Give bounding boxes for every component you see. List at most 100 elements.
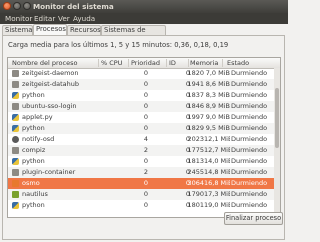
python-icon: [12, 202, 19, 209]
end-process-button[interactable]: Finalizar proceso: [224, 212, 283, 225]
python-icon: [12, 92, 19, 99]
process-id: 1846: [187, 102, 204, 110]
process-cpu: 0: [143, 113, 148, 121]
process-name: ubuntu-sso-login: [22, 102, 77, 110]
col-prioridad[interactable]: Prioridad: [131, 59, 160, 67]
menu-ver[interactable]: Ver: [58, 14, 70, 23]
scrollbar-thumb[interactable]: [275, 88, 279, 148]
table-row[interactable]: zeitgeist-datahub 0 0 1941 8,6 MiB Durmiendo: [8, 79, 280, 90]
process-memory: 8,9 MiB: [205, 102, 230, 110]
process-name: zeitgeist-daemon: [22, 69, 79, 77]
process-cpu: 0: [143, 157, 148, 165]
process-memory: 7,0 MiB: [205, 69, 230, 77]
process-memory: 8,3 MiB: [205, 91, 230, 99]
process-memory: 19,0 MiB: [204, 201, 230, 209]
python-icon: [12, 158, 19, 165]
tab-procesos[interactable]: Procesos: [33, 24, 67, 35]
process-cpu: 0: [143, 102, 148, 110]
table-row[interactable]: nautilus 0 0 1790 17,3 MiB Durmiendo: [8, 189, 280, 200]
process-id: 1790: [187, 190, 204, 198]
process-cpu: 0: [143, 179, 148, 187]
menu-editar[interactable]: Editar: [34, 14, 55, 23]
tab-sistemas-de-archivos[interactable]: Sistemas de archivos: [101, 25, 166, 43]
table-row[interactable]: python 0 0 1837 8,3 MiB Durmiendo: [8, 90, 280, 101]
process-id: 1837: [187, 91, 204, 99]
process-table: Nombre del proceso % CPU Prioridad ID Me…: [7, 57, 281, 218]
gear-icon: [12, 70, 19, 77]
process-memory: 8,6 MiB: [205, 80, 230, 88]
close-icon[interactable]: [3, 2, 11, 10]
col-nombre[interactable]: Nombre del proceso: [12, 59, 77, 67]
load-average-text: Carga media para los últimos 1, 5 y 15 m…: [8, 41, 229, 49]
process-id: 1775: [187, 146, 204, 154]
table-row[interactable]: applet.py 0 0 1997 9,0 MiB Durmiendo: [8, 112, 280, 123]
process-memory: 12,1 MiB: [204, 135, 230, 143]
process-name: compiz: [22, 146, 46, 154]
process-name: zeitgeist-datahub: [22, 80, 79, 88]
process-name: python: [22, 201, 45, 209]
process-memory: 17,3 MiB: [204, 190, 230, 198]
process-name: plugin-container: [22, 168, 76, 176]
tab-bar: Sistema Procesos Recursos Sistemas de ar…: [2, 24, 286, 43]
process-id: 2023: [187, 135, 204, 143]
tab-sistema[interactable]: Sistema: [2, 25, 33, 35]
system-monitor-window: Monitor del sistema Monitor Editar Ver A…: [0, 0, 288, 242]
process-id: 1813: [187, 157, 204, 165]
processes-panel: Carga media para los últimos 1, 5 y 15 m…: [2, 35, 285, 240]
process-cpu: 0: [143, 124, 148, 132]
window-title: Monitor del sistema: [33, 2, 114, 11]
table-row[interactable]: python 0 0 1813 14,0 MiB Durmiendo: [8, 156, 280, 167]
process-id: 3064: [187, 179, 204, 187]
menu-monitor[interactable]: Monitor: [5, 14, 32, 23]
python-icon: [12, 125, 19, 132]
gear-icon: [12, 81, 19, 88]
col-cpu[interactable]: % CPU: [101, 59, 122, 67]
col-memoria[interactable]: Memoria: [190, 59, 218, 67]
process-cpu: 2: [143, 146, 148, 154]
process-memory: 14,0 MiB: [204, 157, 230, 165]
python-icon: [12, 114, 19, 121]
process-cpu: 0: [143, 69, 148, 77]
process-cpu: 0: [143, 190, 148, 198]
gear-icon: [12, 169, 19, 176]
table-row[interactable]: python 0 0 1829 9,5 MiB Durmiendo: [8, 123, 280, 134]
process-id: 1801: [187, 201, 204, 209]
tab-recursos[interactable]: Recursos: [67, 25, 101, 35]
process-id: 1997: [187, 113, 204, 121]
process-memory: 14,8 MiB: [204, 168, 230, 176]
green-app-icon: [12, 191, 19, 198]
gnome-icon: [12, 136, 19, 143]
table-row[interactable]: ubuntu-sso-login 0 0 1846 8,9 MiB Durmiendo: [8, 101, 280, 112]
col-id[interactable]: ID: [169, 59, 176, 67]
process-cpu: 4: [143, 135, 148, 143]
table-row[interactable]: plugin-container 2 0 2455 14,8 MiB Durmiendo: [8, 167, 280, 178]
titlebar: Monitor del sistema: [0, 0, 288, 13]
gear-icon: [12, 103, 19, 110]
process-id: 1820: [187, 69, 204, 77]
process-cpu: 0: [143, 80, 148, 88]
process-memory: 12,7 MiB: [204, 146, 230, 154]
process-cpu: 0: [143, 201, 148, 209]
process-id: 2455: [187, 168, 204, 176]
maximize-icon[interactable]: [23, 2, 31, 10]
table-row[interactable]: notify-osd 4 0 2023 12,1 MiB Durmiendo: [8, 134, 280, 145]
table-row[interactable]: osmo 0 0 3064 16,8 MiB Durmiendo: [8, 178, 280, 189]
process-name: python: [22, 157, 45, 165]
table-row[interactable]: zeitgeist-daemon 0 0 1820 7,0 MiB Durmiendo: [8, 68, 280, 79]
process-id: 1941: [187, 80, 204, 88]
col-estado[interactable]: Estado: [227, 59, 249, 67]
process-name: nautilus: [22, 190, 48, 198]
process-name: applet.py: [22, 113, 53, 121]
process-name: python: [22, 91, 45, 99]
menu-ayuda[interactable]: Ayuda: [73, 14, 95, 23]
process-name: python: [22, 124, 45, 132]
table-row[interactable]: compiz 2 0 1775 12,7 MiB Durmiendo: [8, 145, 280, 156]
minimize-icon[interactable]: [13, 2, 21, 10]
process-name: osmo: [22, 179, 40, 187]
orange-app-icon: [12, 180, 19, 187]
menubar: Monitor Editar Ver Ayuda: [0, 13, 288, 24]
process-name: notify-osd: [22, 135, 55, 143]
process-cpu: 2: [143, 168, 148, 176]
table-row[interactable]: python 0 0 1801 19,0 MiB Durmiendo: [8, 200, 280, 211]
vertical-scrollbar[interactable]: [274, 68, 280, 217]
